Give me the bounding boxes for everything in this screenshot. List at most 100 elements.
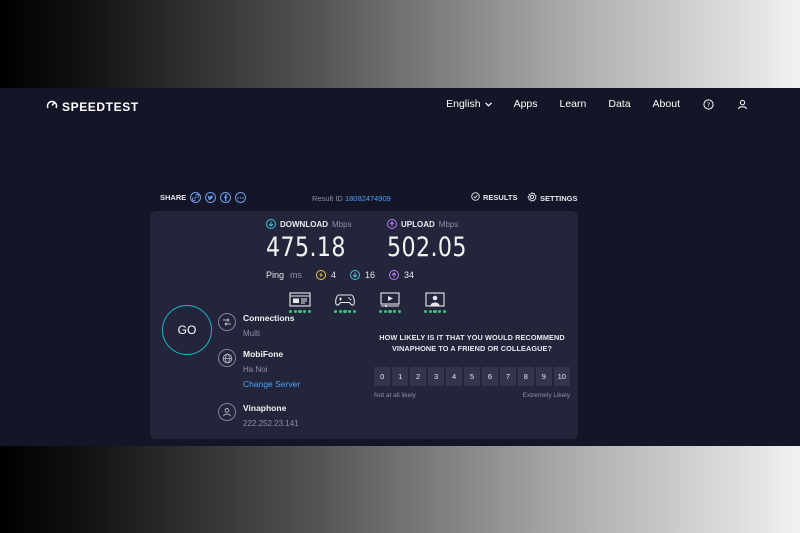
ping-idle-value: 4 xyxy=(331,270,337,280)
facebook-icon[interactable] xyxy=(220,192,232,203)
check-circle-icon xyxy=(471,192,480,203)
upload-arrow-icon xyxy=(387,219,397,229)
download-speed-value: 475.18 xyxy=(266,232,346,263)
upload-unit: Mbps xyxy=(438,219,459,229)
experience-video-streaming[interactable] xyxy=(378,291,402,314)
share-group: SHARE xyxy=(160,192,247,203)
result-id-link[interactable]: 18082474909 xyxy=(345,194,391,203)
brand-name: SPEEDTEST xyxy=(62,100,139,114)
recommend-survey: HOW LIKELY IS IT THAT YOU WOULD RECOMMEN… xyxy=(374,332,570,399)
speedtest-logo[interactable]: SPEEDTEST xyxy=(46,98,139,116)
survey-scale: 0 1 2 3 4 5 6 7 8 9 10 xyxy=(374,366,570,386)
gear-icon xyxy=(527,191,537,204)
scale-option-9[interactable]: 9 xyxy=(535,366,553,386)
settings-button[interactable]: SETTINGS xyxy=(527,191,578,204)
results-button[interactable]: RESULTS xyxy=(471,192,517,203)
lightning-icon xyxy=(316,270,327,280)
settings-label: SETTINGS xyxy=(540,193,578,203)
video-chat-icon xyxy=(424,291,446,307)
scale-option-3[interactable]: 3 xyxy=(427,366,445,386)
gaming-rating-dots xyxy=(334,310,356,314)
download-unit: Mbps xyxy=(332,219,352,229)
download-metric: DOWNLOAD Mbps 475.18 xyxy=(266,219,363,263)
scale-option-6[interactable]: 6 xyxy=(481,366,499,386)
nav-data[interactable]: Data xyxy=(608,98,630,110)
twitter-icon[interactable] xyxy=(205,192,217,203)
isp-row: Vinaphone 222.252.23.141 xyxy=(218,403,299,428)
experience-browsing[interactable] xyxy=(288,291,312,314)
scale-option-1[interactable]: 1 xyxy=(391,366,409,386)
result-id-label: Result ID xyxy=(312,194,343,203)
ping-upload-value: 34 xyxy=(404,270,415,280)
experience-video-chat[interactable] xyxy=(423,291,447,314)
scale-option-4[interactable]: 4 xyxy=(445,366,463,386)
help-icon[interactable]: ? xyxy=(702,98,714,110)
svg-text:?: ? xyxy=(706,100,709,108)
server-location: Ha Noi xyxy=(243,365,268,374)
go-label: GO xyxy=(177,323,197,337)
connections-row: Connections Multi xyxy=(218,313,294,338)
ping-unit: ms xyxy=(290,270,303,280)
share-label: SHARE xyxy=(160,193,187,202)
scale-option-10[interactable]: 10 xyxy=(553,366,570,386)
upload-metric: UPLOAD Mbps 502.05 xyxy=(387,219,484,263)
result-id: Result ID 18082474909 xyxy=(312,194,391,203)
server-row: MobiFone Ha Noi Change Server xyxy=(218,349,300,389)
language-selector[interactable]: English xyxy=(446,98,492,110)
scale-high-label: Extremely Likely xyxy=(522,391,570,399)
ping-label: Ping xyxy=(266,270,285,280)
connections-mode[interactable]: Multi xyxy=(243,329,294,338)
survey-question: HOW LIKELY IS IT THAT YOU WOULD RECOMMEN… xyxy=(379,333,565,354)
video-chat-rating-dots xyxy=(424,310,446,314)
upload-speed-value: 502.05 xyxy=(387,232,467,263)
browsing-icon xyxy=(289,291,311,307)
go-button[interactable]: GO xyxy=(162,305,212,355)
ping-download-value: 16 xyxy=(365,270,376,280)
bottom-gradient-band xyxy=(0,446,800,533)
ping-row: Ping ms 4 16 34 xyxy=(266,270,414,280)
video-streaming-rating-dots xyxy=(379,310,401,314)
download-latency-icon xyxy=(350,270,361,280)
scale-option-8[interactable]: 8 xyxy=(517,366,535,386)
link-icon[interactable] xyxy=(190,192,202,203)
download-label: DOWNLOAD xyxy=(280,219,328,229)
experience-ratings xyxy=(288,291,447,314)
nav-about[interactable]: About xyxy=(653,98,680,110)
scale-option-7[interactable]: 7 xyxy=(499,366,517,386)
nav-learn[interactable]: Learn xyxy=(560,98,587,110)
upload-label: UPLOAD xyxy=(401,219,435,229)
result-toolbar: SHARE Result ID 18082474909 RESULTS SETT… xyxy=(160,191,578,208)
scale-low-label: Not at all likely xyxy=(374,391,416,399)
scale-option-5[interactable]: 5 xyxy=(463,366,481,386)
video-streaming-icon xyxy=(379,291,401,307)
upload-latency-icon xyxy=(389,270,400,280)
language-label: English xyxy=(446,98,481,110)
scale-labels: Not at all likely Extremely Likely xyxy=(374,392,570,399)
user-icon[interactable] xyxy=(736,98,748,110)
globe-icon xyxy=(218,349,236,367)
connections-title: Connections xyxy=(243,313,295,323)
nav-links: English Apps Learn Data About ? xyxy=(446,98,748,110)
ping-upload: 34 xyxy=(389,270,414,280)
isp-name: Vinaphone xyxy=(243,403,287,413)
speedtest-app: SPEEDTEST English Apps Learn Data About … xyxy=(0,88,800,446)
scale-option-0[interactable]: 0 xyxy=(374,366,391,386)
top-gradient-band xyxy=(0,0,800,88)
speedometer-icon xyxy=(46,98,58,116)
change-server-link[interactable]: Change Server xyxy=(243,379,300,389)
scale-option-2[interactable]: 2 xyxy=(409,366,427,386)
connections-icon xyxy=(218,313,236,331)
navbar: SPEEDTEST English Apps Learn Data About … xyxy=(0,88,800,120)
experience-gaming[interactable] xyxy=(333,291,357,314)
nav-apps[interactable]: Apps xyxy=(514,98,538,110)
ping-download: 16 xyxy=(350,270,375,280)
result-panel: DOWNLOAD Mbps 475.18 UPLOAD Mbps 502.05 … xyxy=(150,211,578,439)
chevron-down-icon xyxy=(484,98,492,110)
download-arrow-icon xyxy=(266,219,276,229)
gaming-icon xyxy=(334,291,356,307)
person-icon xyxy=(218,403,236,421)
results-label: RESULTS xyxy=(483,193,518,202)
more-icon[interactable] xyxy=(235,192,247,203)
server-host: MobiFone xyxy=(243,349,284,359)
ping-idle: 4 xyxy=(316,270,336,280)
